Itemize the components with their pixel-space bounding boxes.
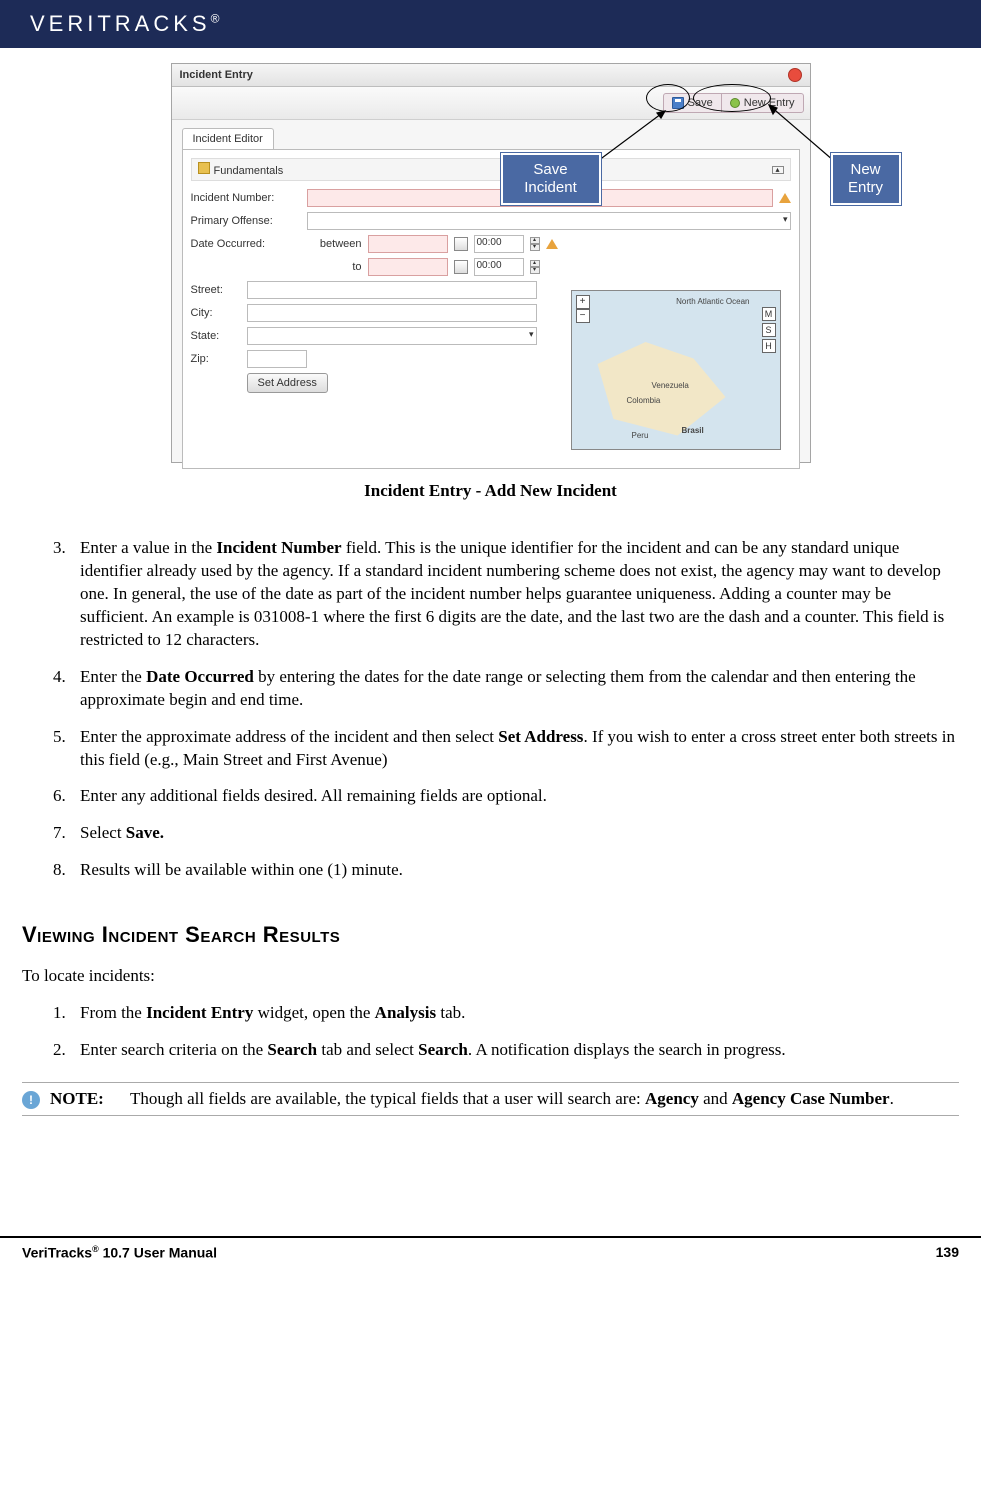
step-7: Select Save. — [70, 822, 959, 845]
section-header: Fundamentals ▴ — [191, 158, 791, 181]
label-city: City: — [191, 307, 241, 319]
brand-text: VERITRACKS — [30, 11, 211, 36]
warning-icon — [546, 239, 558, 249]
note-block: ! NOTE: Though all fields are available,… — [22, 1082, 959, 1116]
map-mode-h: H — [762, 339, 776, 353]
footer-left: VeriTracks® 10.7 User Manual — [22, 1244, 217, 1261]
callout-new-entry: New Entry — [831, 153, 901, 205]
annotation-circle-save — [646, 84, 690, 112]
time-to-input[interactable]: 00:00 — [474, 258, 524, 276]
map-mode-m: M — [762, 307, 776, 321]
steps-list-a: Enter a value in the Incident Number fie… — [70, 537, 959, 882]
map-preview[interactable]: +− M S H North Atlantic Ocean Venezuela … — [571, 290, 781, 450]
map-zoom-controls[interactable]: +− — [576, 295, 590, 323]
label-incident-number: Incident Number: — [191, 192, 301, 204]
tab-incident-editor[interactable]: Incident Editor — [182, 128, 274, 149]
map-label-venezuela: Venezuela — [652, 381, 689, 390]
map-label-atlantic: North Atlantic Ocean — [676, 297, 749, 306]
steps-list-b: From the Incident Entry widget, open the… — [70, 1002, 959, 1062]
editor-panel: Fundamentals ▴ Incident Number: Primary … — [182, 149, 800, 469]
label-between: between — [307, 238, 362, 250]
primary-offense-select[interactable]: ▾ — [307, 212, 791, 230]
label-state: State: — [191, 330, 241, 342]
label-to: to — [307, 261, 362, 273]
step-4: Enter the Date Occurred by entering the … — [70, 666, 959, 712]
step-5: Enter the approximate address of the inc… — [70, 726, 959, 772]
step-6: Enter any additional fields desired. All… — [70, 785, 959, 808]
callout-new-text: New Entry — [848, 161, 883, 196]
zip-input[interactable] — [247, 350, 307, 368]
brand-header: VERITRACKS® — [0, 0, 981, 48]
body-content: Enter a value in the Incident Number fie… — [22, 537, 959, 1116]
time-to-spinner[interactable]: ▴▾ — [530, 260, 540, 274]
state-select[interactable]: ▾ — [247, 327, 537, 345]
note-text: Though all fields are available, the typ… — [130, 1089, 959, 1109]
figure-caption: Incident Entry - Add New Incident — [22, 481, 959, 501]
step-b2: Enter search criteria on the Search tab … — [70, 1039, 959, 1062]
page-footer: VeriTracks® 10.7 User Manual 139 — [0, 1236, 981, 1261]
brand-logo: VERITRACKS® — [30, 11, 219, 37]
zoom-out-icon: − — [576, 309, 590, 323]
set-address-label: Set Address — [258, 377, 317, 389]
time-from-spinner[interactable]: ▴▾ — [530, 237, 540, 251]
map-label-peru: Peru — [632, 431, 649, 440]
zoom-in-icon: + — [576, 295, 590, 309]
footer-page-number: 139 — [936, 1244, 959, 1261]
label-date-occurred: Date Occurred: — [191, 238, 301, 250]
window-titlebar: Incident Entry — [172, 64, 810, 87]
tab-label: Incident Editor — [193, 133, 263, 145]
label-street: Street: — [191, 284, 241, 296]
time-from-input[interactable]: 00:00 — [474, 235, 524, 253]
callout-save-incident: Save Incident — [501, 153, 601, 205]
window-title-text: Incident Entry — [180, 69, 253, 81]
collapse-icon[interactable]: ▴ — [772, 166, 784, 174]
screenshot-figure: Incident Entry Save New Entry Incident E… — [171, 63, 811, 463]
city-input[interactable] — [247, 304, 537, 322]
section-heading: Viewing Incident Search Results — [22, 922, 959, 948]
map-mode-s: S — [762, 323, 776, 337]
intro-text: To locate incidents: — [22, 966, 959, 986]
map-mode-controls[interactable]: M S H — [762, 307, 776, 353]
annotation-circle-new — [693, 84, 771, 112]
date-to-input[interactable] — [368, 258, 448, 276]
label-zip: Zip: — [191, 353, 241, 365]
note-icon: ! — [22, 1091, 40, 1109]
callout-save-text: Save Incident — [524, 161, 577, 196]
calendar-icon[interactable] — [454, 237, 468, 251]
note-label: NOTE: — [50, 1089, 120, 1109]
close-icon[interactable] — [788, 68, 802, 82]
set-address-button[interactable]: Set Address — [247, 373, 328, 393]
brand-reg: ® — [211, 12, 220, 26]
incident-entry-window: Incident Entry Save New Entry Incident E… — [171, 63, 811, 463]
step-8: Results will be available within one (1)… — [70, 859, 959, 882]
step-3: Enter a value in the Incident Number fie… — [70, 537, 959, 652]
section-title: Fundamentals — [214, 165, 284, 177]
map-label-colombia: Colombia — [627, 396, 661, 405]
date-from-input[interactable] — [368, 235, 448, 253]
calendar-icon[interactable] — [454, 260, 468, 274]
step-b1: From the Incident Entry widget, open the… — [70, 1002, 959, 1025]
map-label-brasil: Brasil — [682, 426, 704, 435]
street-input[interactable] — [247, 281, 537, 299]
label-primary-offense: Primary Offense: — [191, 215, 301, 227]
warning-icon — [779, 193, 791, 203]
section-icon — [198, 162, 210, 174]
